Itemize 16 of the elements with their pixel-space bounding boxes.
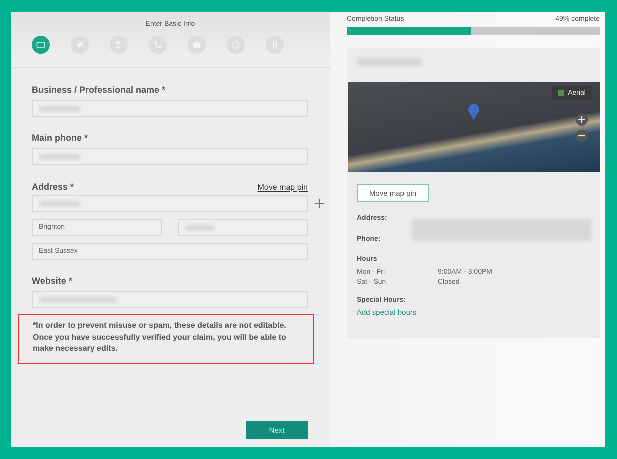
zoom-out-icon[interactable] bbox=[576, 130, 588, 142]
field-label: Website * bbox=[32, 276, 74, 286]
address-field[interactable] bbox=[178, 219, 308, 236]
notice-text: *In order to prevent misuse or spam, these details are not editable. Once you have successfully verified your claim, you will be able to make necessary edits. bbox=[18, 314, 314, 364]
website-field[interactable] bbox=[32, 291, 308, 308]
field-label: Business / Professional name * bbox=[32, 85, 167, 95]
add-icon[interactable] bbox=[315, 199, 324, 208]
map-pin-icon bbox=[468, 104, 480, 120]
card-step-icon[interactable] bbox=[32, 36, 50, 54]
name-field[interactable] bbox=[32, 100, 308, 117]
phone-field[interactable] bbox=[32, 148, 308, 165]
address-field[interactable] bbox=[32, 195, 308, 212]
field-label: Main phone * bbox=[32, 133, 89, 143]
field-label: Address * bbox=[32, 182, 74, 192]
zoom-in-icon[interactable] bbox=[576, 114, 588, 126]
move-map-pin-link[interactable]: Move map pin bbox=[258, 183, 308, 192]
